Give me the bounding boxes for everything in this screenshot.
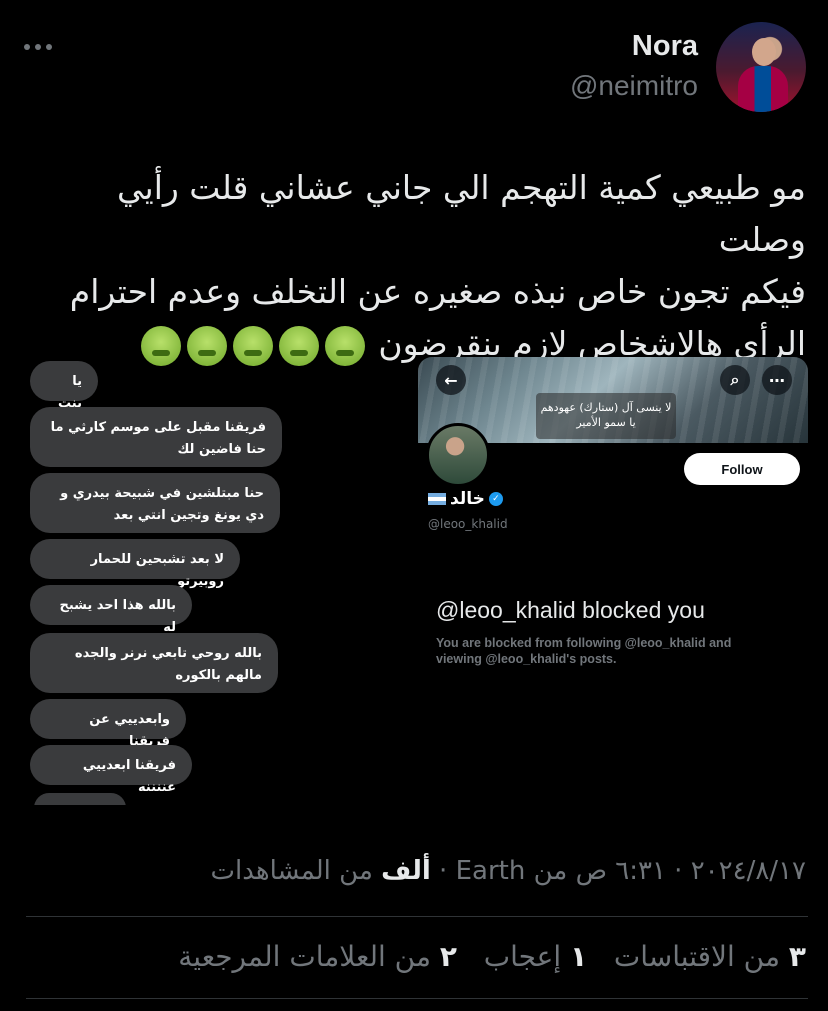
profile-name-row: خالد ✓ [428, 489, 503, 509]
author-avatar[interactable] [716, 22, 806, 112]
bookmarks-stat[interactable]: ٢ من العلامات المرجعية [178, 940, 457, 973]
tweet-source: Earth [455, 856, 526, 886]
tweet-source-prefix: من [533, 856, 568, 886]
banner-caption: لا ينسى آل (ستارك) عهودهم يا سمو الأمير [536, 393, 676, 439]
tweet-date[interactable]: ٢٠٢٤/٨/١٧ [691, 856, 806, 886]
author-name[interactable]: Nora [632, 30, 698, 63]
divider [26, 998, 808, 999]
nauseated-face-icon [324, 325, 365, 366]
bookmarks-count: ٢ [439, 940, 457, 973]
tweet-meta: ٢٠٢٤/٨/١٧ · ٦:٣١ ص من Earth · ألف من الم… [210, 856, 806, 886]
profile-name: خالد [450, 489, 485, 509]
verified-badge-icon: ✓ [488, 492, 503, 506]
likes-stat[interactable]: ١ إعجاب [484, 940, 587, 973]
argentina-flag-icon [428, 493, 446, 505]
divider [26, 916, 808, 917]
chat-bubble: بالله هذا احد يشبح له [30, 585, 192, 635]
back-arrow-icon[interactable]: ← [436, 365, 466, 395]
banner-caption-line: يا سمو الأمير [576, 416, 636, 429]
tweet-stats: ٣ من الاقتباسات ١ إعجاب ٢ من العلامات ال… [178, 940, 806, 973]
dot-icon [46, 44, 52, 50]
blocked-description-line: You are blocked from following @leoo_kha… [436, 636, 732, 650]
quotes-count: ٣ [788, 940, 806, 973]
chat-bubble: يا بنت [30, 361, 98, 411]
quotes-stat[interactable]: ٣ من الاقتباسات [614, 940, 806, 973]
likes-count: ١ [570, 940, 588, 973]
tweet-time[interactable]: ٦:٣١ ص [576, 856, 666, 886]
profile-screenshot-image[interactable]: لا ينسى آل (ستارك) عهودهم يا سمو الأمير … [418, 357, 808, 687]
chat-bubble: فريقنا ابعدييي عننننه [30, 745, 192, 795]
profile-avatar [426, 423, 490, 487]
tweet-text: مو طبيعي كمية التهجم الي جاني عشاني قلت … [26, 162, 806, 370]
more-icon[interactable]: ⋯ [762, 365, 792, 395]
blocked-description: You are blocked from following @leoo_kha… [436, 635, 766, 667]
chat-bubble: حنا مبتلشين في شبيحة بيدري و دي يونغ وتج… [30, 473, 280, 533]
chat-bubble: لا بعد تشبحين للحمار روبيرتو [30, 539, 240, 589]
more-options-button[interactable] [24, 40, 58, 54]
blocked-title: @leoo_khalid blocked you [436, 597, 705, 623]
tweet-text-line: مو طبيعي كمية التهجم الي جاني عشاني قلت … [117, 168, 806, 259]
dot-icon [35, 44, 41, 50]
dot-icon [24, 44, 30, 50]
quotes-label: من الاقتباسات [613, 940, 780, 973]
tweet-text-line: فيكم تجون خاص نبذه صغيره عن التخلف وعدم … [69, 272, 806, 311]
chat-bubble: وابعدييي عن فريقنا [30, 699, 186, 749]
views-count: ألف [381, 856, 431, 886]
author-handle[interactable]: @neimitro [570, 70, 698, 102]
views-label: من المشاهدات [210, 856, 373, 886]
follow-button[interactable]: Follow [684, 453, 800, 485]
likes-label: إعجاب [483, 940, 562, 973]
chat-screenshot-image[interactable]: يا بنت فريقنا مقبل على موسم كارثي ما حنا… [28, 355, 298, 805]
banner-caption-line: لا ينسى آل (ستارك) عهودهم [540, 401, 672, 414]
blocked-description-line: viewing @leoo_khalid's posts. [436, 652, 617, 666]
chat-bubble: بالله روحي تابعي نرنر والجده مالهم بالكو… [30, 633, 278, 693]
search-icon[interactable]: ⌕ [720, 365, 750, 395]
profile-handle: @leoo_khalid [428, 517, 508, 531]
chat-bubble: فريقنا مقبل على موسم كارثي ما حنا فاضين … [30, 407, 282, 467]
chat-bubble-partial [34, 793, 126, 805]
bookmarks-label: من العلامات المرجعية [178, 940, 431, 973]
